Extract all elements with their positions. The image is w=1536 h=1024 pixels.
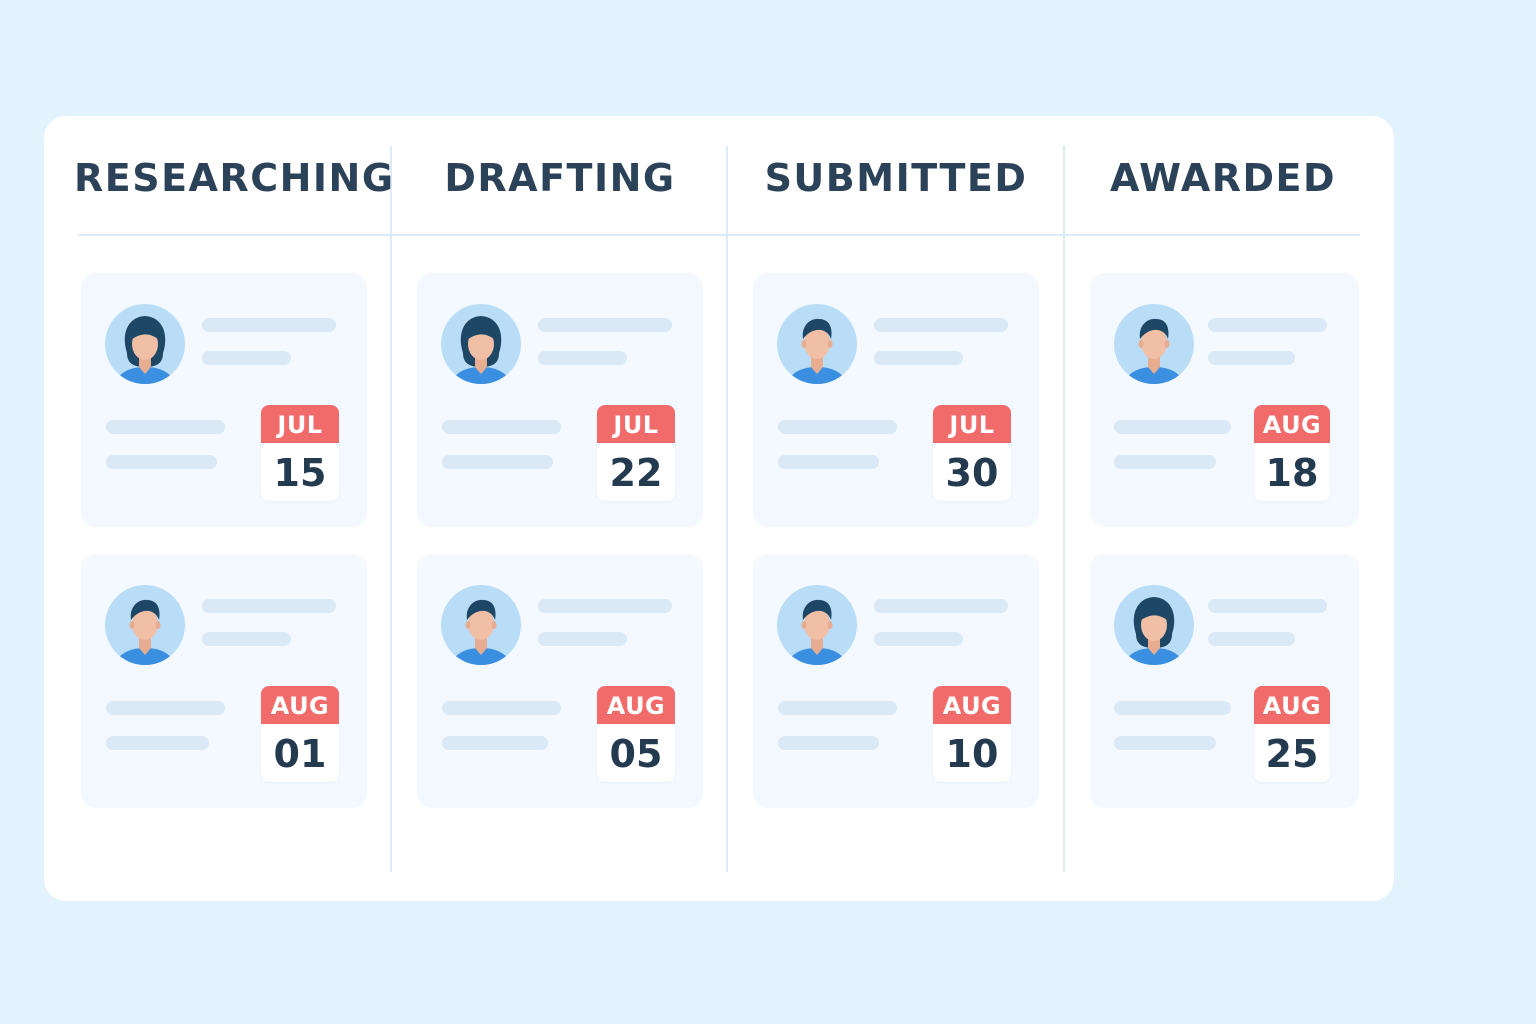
text-placeholder [874,351,963,365]
calendar-icon: AUG 18 [1254,405,1330,501]
text-placeholder [874,318,1008,332]
text-placeholder [442,736,548,750]
kanban-board: RESEARCHING DRAFTING SUBMITTED AWARDED J… [44,116,1394,901]
column-title: DRAFTING [444,156,676,200]
text-placeholder [106,455,217,469]
due-month: AUG [1254,686,1330,724]
male-user-icon [1114,304,1194,384]
due-day: 30 [945,451,999,495]
avatar [105,301,185,387]
text-placeholder [1114,701,1231,715]
text-placeholder [442,455,553,469]
male-user-icon [105,585,185,665]
avatar [777,301,857,387]
text-placeholder [778,701,897,715]
text-placeholder [106,736,209,750]
task-card[interactable]: AUG 25 [1090,554,1359,808]
due-month: JUL [933,405,1011,443]
calendar-icon: JUL 30 [933,405,1011,501]
text-placeholder [442,420,561,434]
column-title: SUBMITTED [764,156,1028,200]
text-placeholder [1208,318,1327,332]
calendar-icon: AUG 25 [1254,686,1330,782]
due-month: JUL [261,405,339,443]
task-card[interactable]: AUG 10 [753,554,1039,808]
due-day: 01 [273,732,327,776]
female-user-icon [105,304,185,384]
due-month: AUG [933,686,1011,724]
avatar [441,301,521,387]
text-placeholder [1208,351,1295,365]
column-divider [726,146,728,872]
text-placeholder [106,420,225,434]
due-month: AUG [1254,405,1330,443]
text-placeholder [1114,420,1231,434]
male-user-icon [777,585,857,665]
avatar [777,582,857,668]
text-placeholder [1208,599,1327,613]
male-user-icon [777,304,857,384]
task-card[interactable]: JUL 30 [753,273,1039,527]
due-day: 05 [609,732,663,776]
text-placeholder [778,736,879,750]
text-placeholder [874,599,1008,613]
calendar-icon: JUL 22 [597,405,675,501]
column-divider [1063,146,1065,872]
due-day: 22 [609,451,663,495]
avatar [1114,582,1194,668]
calendar-icon: AUG 10 [933,686,1011,782]
column-title: RESEARCHING [74,156,395,200]
task-card[interactable]: AUG 05 [417,554,703,808]
avatar [105,582,185,668]
task-card[interactable]: JUL 15 [81,273,367,527]
text-placeholder [202,599,336,613]
due-month: JUL [597,405,675,443]
due-day: 18 [1265,451,1319,495]
text-placeholder [1208,632,1295,646]
text-placeholder [538,632,627,646]
text-placeholder [442,701,561,715]
calendar-icon: AUG 01 [261,686,339,782]
avatar [1114,301,1194,387]
task-card[interactable]: AUG 18 [1090,273,1359,527]
text-placeholder [538,318,672,332]
female-user-icon [1114,585,1194,665]
text-placeholder [778,455,879,469]
text-placeholder [538,599,672,613]
calendar-icon: AUG 05 [597,686,675,782]
due-day: 10 [945,732,999,776]
female-user-icon [441,304,521,384]
text-placeholder [538,351,627,365]
text-placeholder [1114,455,1216,469]
due-month: AUG [597,686,675,724]
column-divider [390,146,392,872]
due-month: AUG [261,686,339,724]
text-placeholder [202,632,291,646]
calendar-icon: JUL 15 [261,405,339,501]
text-placeholder [874,632,963,646]
column-title: AWARDED [1109,156,1337,200]
text-placeholder [202,318,336,332]
text-placeholder [1114,736,1216,750]
text-placeholder [202,351,291,365]
male-user-icon [441,585,521,665]
text-placeholder [106,701,225,715]
text-placeholder [778,420,897,434]
task-card[interactable]: AUG 01 [81,554,367,808]
due-day: 15 [273,451,327,495]
avatar [441,582,521,668]
due-day: 25 [1265,732,1319,776]
task-card[interactable]: JUL 22 [417,273,703,527]
